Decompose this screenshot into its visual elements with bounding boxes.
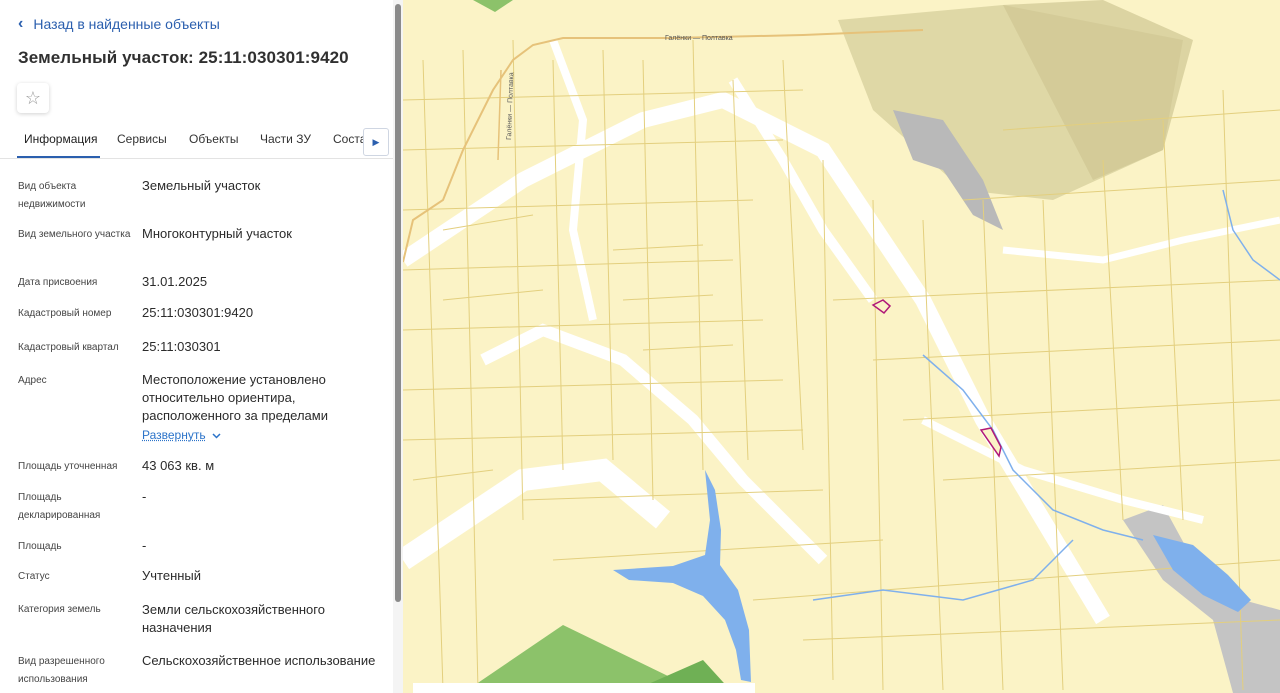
field-label-assign-date: Дата присвоения (18, 277, 98, 288)
field-label-cadastral-quarter: Кадастровый квартал (18, 342, 119, 353)
field-label-land-type: Вид земельного участка (18, 229, 131, 240)
map-bottom-strip (413, 683, 755, 693)
field-label-cadastral-number: Кадастровый номер (18, 308, 112, 319)
field-label-permitted-use: Вид разрешенного использования (18, 656, 105, 685)
field-value-permitted-use: Сельскохозяйственное использование (142, 653, 376, 668)
field-value-land-type: Многоконтурный участок (142, 226, 292, 241)
back-link-label: Назад в найденные объекты (33, 16, 220, 32)
expand-address-link[interactable]: Развернуть (142, 428, 221, 442)
field-value-land-category: Земли сельскохозяйственного назначения (142, 602, 325, 635)
field-value-cadastral-number: 25:11:030301:9420 (142, 305, 254, 320)
tab-composition[interactable]: Соста (333, 132, 366, 146)
caret-right-icon: ▶ (372, 136, 380, 147)
field-value-status: Учтенный (142, 568, 202, 583)
chevron-left-icon: ‹ (18, 15, 24, 32)
field-label-status: Статус (18, 571, 50, 582)
expand-label: Развернуть (142, 428, 206, 442)
tab-bar: Информация Сервисы Объекты Части ЗУ Сост… (0, 122, 393, 159)
field-value-assign-date: 31.01.2025 (142, 274, 208, 289)
field-value-object-type: Земельный участок (142, 178, 261, 193)
object-info-panel: ‹ Назад в найденные объекты Земельный уч… (0, 0, 393, 693)
star-icon: ☆ (24, 87, 42, 108)
tab-information[interactable]: Информация (24, 132, 97, 146)
tab-parts[interactable]: Части ЗУ (260, 132, 311, 146)
field-label-area-refined: Площадь уточненная (18, 461, 118, 472)
favorite-button[interactable]: ☆ (17, 83, 49, 113)
field-label-area-declared: Площадь декларированная (18, 492, 101, 521)
field-value-area: - (142, 538, 147, 553)
field-label-land-category: Категория земель (18, 604, 101, 615)
tab-services[interactable]: Сервисы (117, 132, 167, 146)
tab-objects[interactable]: Объекты (189, 132, 239, 146)
map-canvas[interactable]: Галёнки — Полтавка Галёнки — Полтавка (403, 0, 1280, 693)
field-value-cadastral-quarter: 25:11:030301 (142, 339, 221, 354)
field-value-area-refined: 43 063 кв. м (142, 458, 215, 473)
scrollbar-thumb[interactable] (395, 4, 401, 602)
page-title: Земельный участок: 25:11:030301:9420 (18, 48, 349, 67)
field-label-address: Адрес (18, 375, 47, 386)
tabs-scroll-right-button[interactable]: ▶ (363, 128, 389, 156)
road-label: Галёнки — Полтавка (665, 35, 733, 42)
panel-scrollbar[interactable] (393, 0, 403, 693)
active-tab-indicator (17, 156, 100, 158)
cadastral-map[interactable]: Галёнки — Полтавка Галёнки — Полтавка (403, 0, 1280, 693)
field-value-address: Местоположение установлено относительно … (142, 372, 328, 423)
field-label-object-type: Вид объекта недвижимости (18, 181, 86, 210)
field-value-area-declared: - (142, 489, 147, 504)
chevron-down-icon (212, 428, 221, 442)
back-link[interactable]: ‹ Назад в найденные объекты (18, 15, 220, 33)
field-label-area: Площадь (18, 541, 62, 552)
